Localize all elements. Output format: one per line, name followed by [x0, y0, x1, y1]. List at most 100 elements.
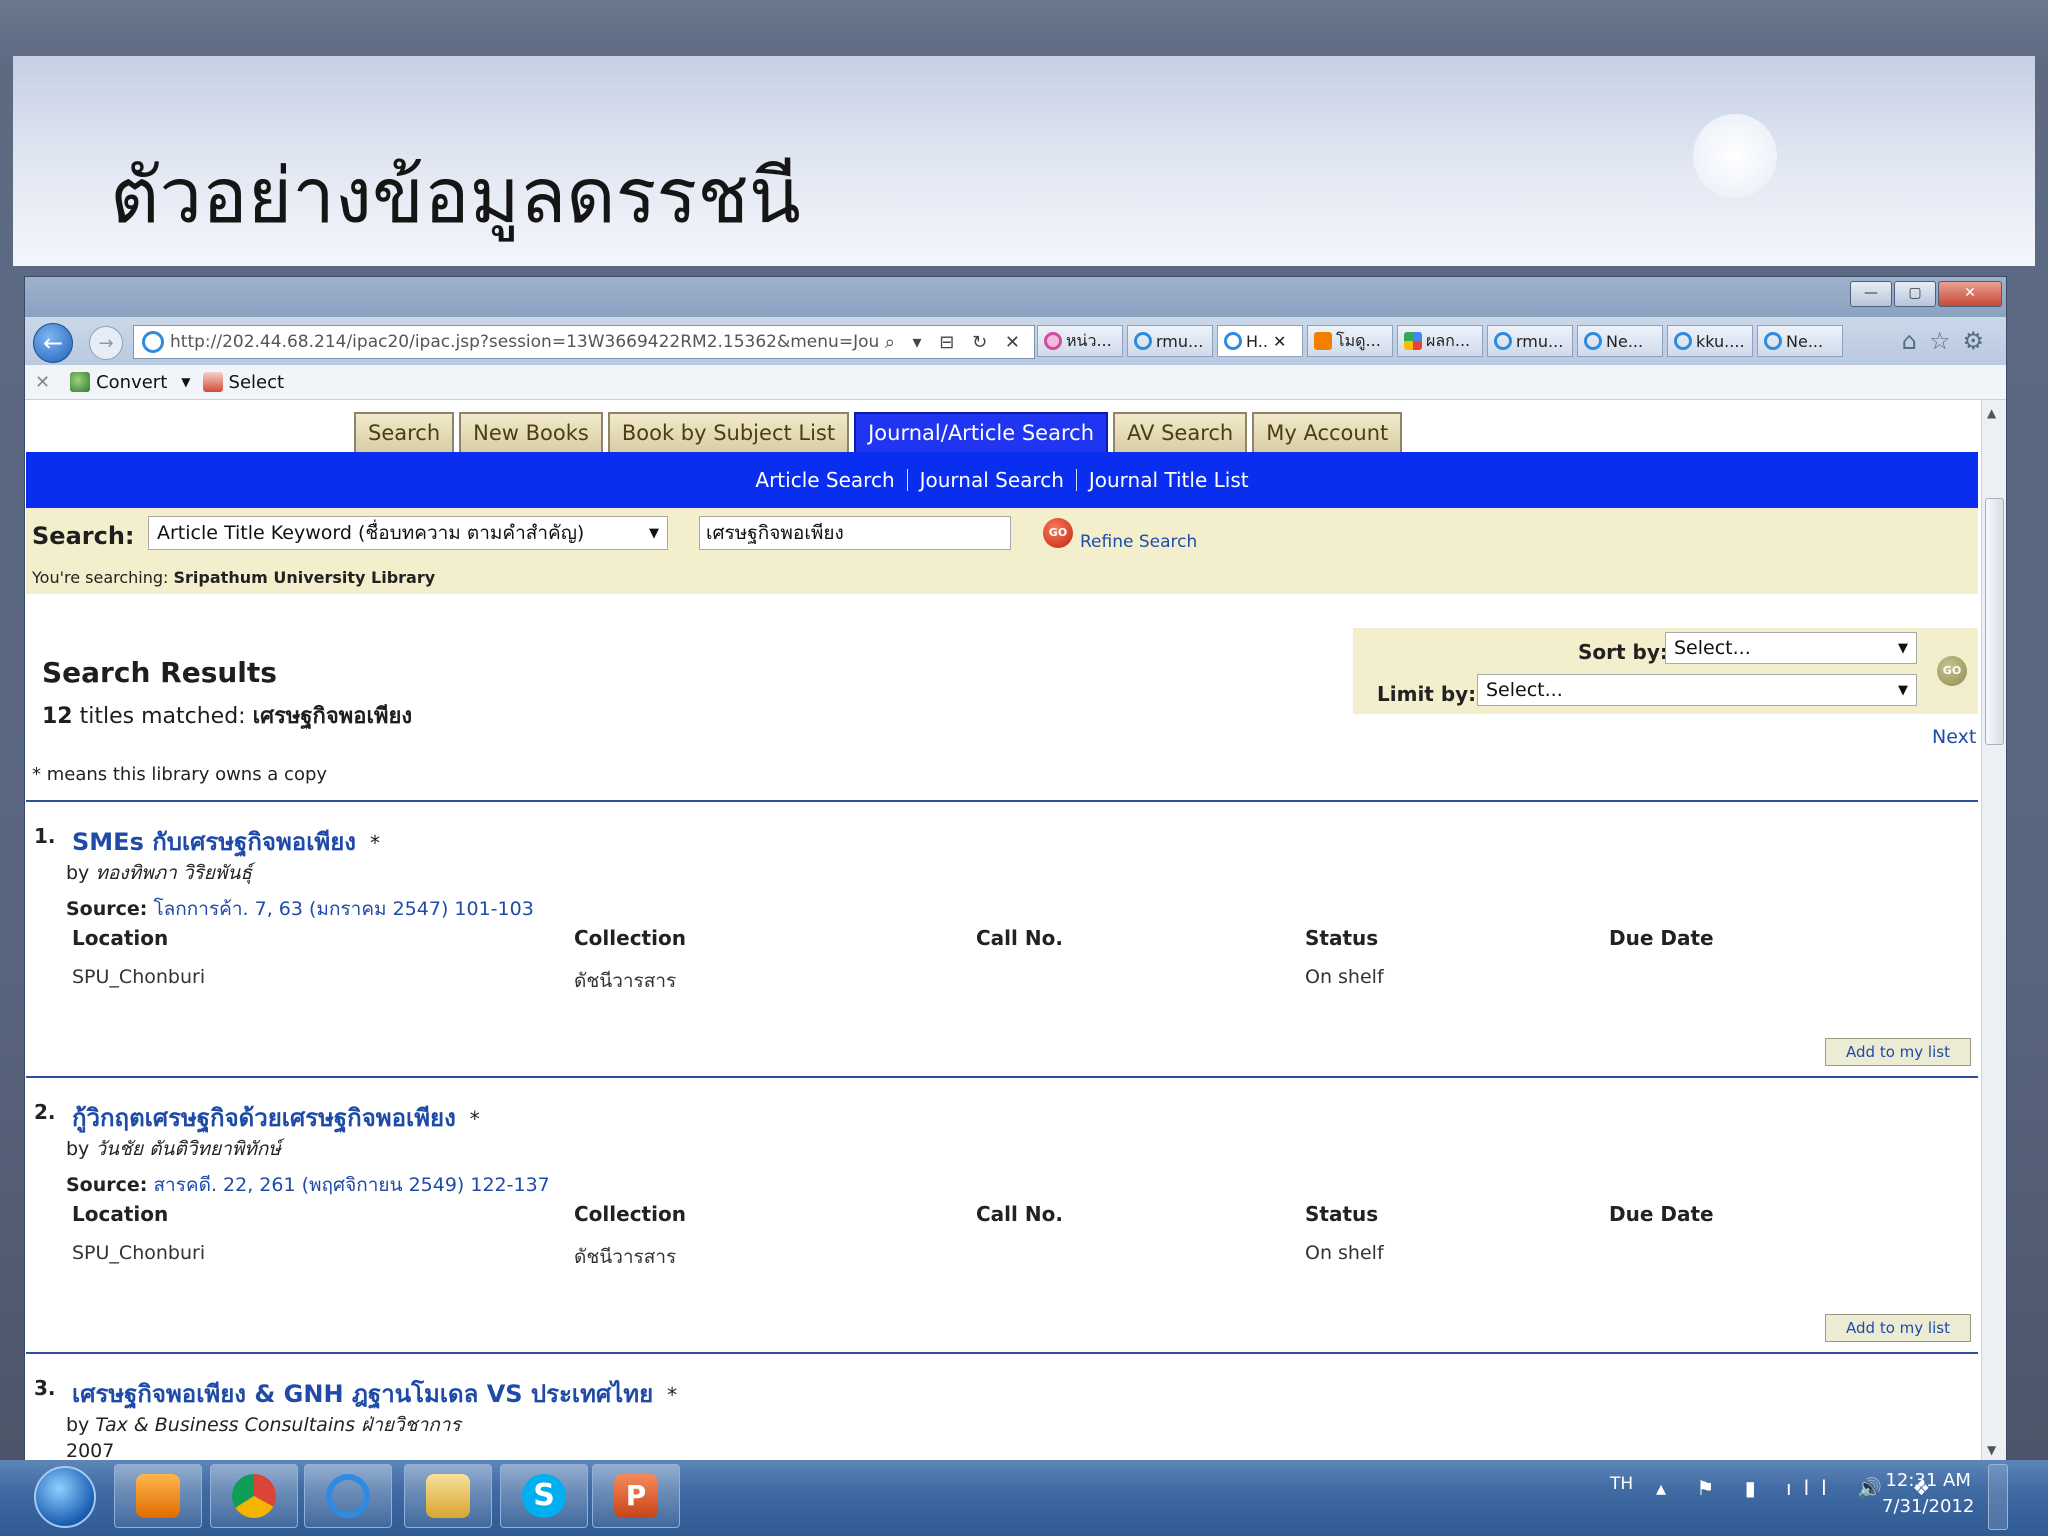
- browser-tab[interactable]: หน่ว...: [1037, 325, 1123, 357]
- browser-tab[interactable]: โมดู...: [1307, 325, 1393, 357]
- dropdown-arrow-icon: ▼: [1898, 640, 1908, 656]
- header-call-no: Call No.: [976, 926, 1063, 950]
- browser-navbar: ← → http://202.44.68.214/ipac20/ipac.jsp…: [25, 317, 2006, 365]
- ie-tab-icon: [1494, 332, 1512, 350]
- taskbar-skype[interactable]: S: [500, 1464, 588, 1528]
- convert-button[interactable]: Convert: [96, 372, 167, 393]
- taskbar-media-player[interactable]: [114, 1464, 202, 1528]
- cell-location: SPU_Chonburi: [72, 1242, 206, 1264]
- search-type-value: Article Title Keyword (ชื่อบทความ ตามคำส…: [157, 522, 585, 544]
- address-bar[interactable]: http://202.44.68.214/ipac20/ipac.jsp?ses…: [133, 325, 1035, 359]
- sort-limit-panel: Sort by: Select... ▼ Limit by: Select...…: [1353, 628, 1978, 714]
- browser-window: — ▢ ✕ ← → http://202.44.68.214/ipac20/ip…: [24, 276, 2007, 1464]
- ie-tab-icon: [1674, 332, 1692, 350]
- results-title: Search Results: [42, 656, 277, 689]
- sort-go-button[interactable]: GO: [1937, 656, 1967, 686]
- search-input[interactable]: เศรษฐกิจพอเพียง: [699, 516, 1011, 550]
- record-title-text[interactable]: กู้วิกฤตเศรษฐกิจด้วยเศรษฐกิจพอเพียง: [72, 1104, 456, 1132]
- maximize-button[interactable]: ▢: [1894, 281, 1936, 307]
- convert-dropdown-icon[interactable]: ▼: [181, 375, 190, 389]
- dropdown-arrow-icon: ▼: [1898, 682, 1908, 698]
- divider: [26, 1076, 1978, 1078]
- journal-title-list-link[interactable]: Journal Title List: [1089, 468, 1249, 492]
- tab-search[interactable]: Search: [354, 412, 455, 452]
- tab-my-account[interactable]: My Account: [1252, 412, 1403, 452]
- record-source: Source: สารคดี. 22, 261 (พฤศจิกายน 2549)…: [66, 1170, 550, 1200]
- sort-select[interactable]: Select... ▼: [1665, 632, 1917, 664]
- record-title-text[interactable]: SMEs กับเศรษฐกิจพอเพียง: [72, 828, 356, 856]
- record-title[interactable]: กู้วิกฤตเศรษฐกิจด้วยเศรษฐกิจพอเพียง *: [72, 1098, 480, 1137]
- author-name[interactable]: ทองทิพภา วิริยพันธุ์: [95, 862, 252, 884]
- clock[interactable]: 12:31 AM 7/31/2012: [1882, 1468, 1974, 1520]
- tab-new-books[interactable]: New Books: [459, 412, 603, 452]
- article-search-link[interactable]: Article Search: [755, 468, 894, 492]
- owned-marker: *: [469, 1107, 480, 1131]
- browser-tab[interactable]: rmu...: [1487, 325, 1573, 357]
- scroll-thumb[interactable]: [1985, 498, 2004, 745]
- search-type-select[interactable]: Article Title Keyword (ชื่อบทความ ตามคำส…: [148, 516, 668, 550]
- record-title[interactable]: เศรษฐกิจพอเพียง & GNH ฎฐานโมเดล VS ประเท…: [72, 1374, 677, 1413]
- ie-tab-icon: [1584, 332, 1602, 350]
- taskbar-powerpoint[interactable]: P: [592, 1464, 680, 1528]
- skype-icon: S: [522, 1474, 566, 1518]
- author-name[interactable]: วันชัย ตันติวิทยาพิทักษ์: [95, 1138, 280, 1160]
- record-year: 2007: [66, 1440, 115, 1462]
- record-number: 1.: [34, 824, 56, 848]
- powerpoint-icon: P: [614, 1474, 658, 1518]
- add-to-list-button[interactable]: Add to my list: [1825, 1314, 1971, 1342]
- back-arrow-icon[interactable]: ←: [33, 323, 73, 363]
- decorative-orb: [1693, 114, 1777, 198]
- tab-av-search[interactable]: AV Search: [1113, 412, 1248, 452]
- language-indicator[interactable]: TH: [1610, 1474, 1633, 1494]
- page-scrollbar[interactable]: ▲ ▼: [1981, 400, 2006, 1463]
- header-status: Status: [1305, 926, 1379, 950]
- limit-select[interactable]: Select... ▼: [1477, 674, 1917, 706]
- source-label: Source:: [66, 1174, 148, 1196]
- add-to-list-button[interactable]: Add to my list: [1825, 1038, 1971, 1066]
- owned-marker: *: [370, 831, 380, 855]
- record-title-text[interactable]: เศรษฐกิจพอเพียง & GNH ฎฐานโมเดล VS ประเท…: [72, 1380, 653, 1408]
- tab-book-by-subject[interactable]: Book by Subject List: [607, 412, 850, 452]
- browser-tab[interactable]: kku....: [1667, 325, 1753, 357]
- home-star-gear-icons[interactable]: ⌂☆⚙: [1902, 327, 1996, 355]
- windows-start-icon[interactable]: [34, 1466, 96, 1528]
- source-value[interactable]: โลกการค้า. 7, 63 (มกราคม 2547) 101-103: [153, 898, 533, 920]
- go-button[interactable]: GO: [1043, 518, 1073, 548]
- record-source: Source: โลกการค้า. 7, 63 (มกราคม 2547) 1…: [66, 894, 534, 924]
- browser-tab[interactable]: rmu...: [1127, 325, 1213, 357]
- browser-tab-active[interactable]: H.. ✕: [1217, 325, 1303, 357]
- browser-tab[interactable]: ผลก...: [1397, 325, 1483, 357]
- close-window-button[interactable]: ✕: [1938, 281, 2002, 307]
- taskbar-internet-explorer[interactable]: [304, 1464, 392, 1528]
- address-controls[interactable]: ⌕ ▾ ⊟ ↻ ✕: [885, 332, 1026, 353]
- forward-arrow-icon[interactable]: →: [89, 326, 123, 360]
- scroll-up-icon[interactable]: ▲: [1987, 406, 1996, 420]
- refine-search-link[interactable]: Refine Search: [1080, 532, 1197, 552]
- sort-label: Sort by:: [1578, 640, 1668, 664]
- header-status: Status: [1305, 1202, 1379, 1226]
- record-author: by Tax & Business Consultains ฝ่ายวิชากา…: [66, 1410, 461, 1440]
- taskbar-chrome[interactable]: [210, 1464, 298, 1528]
- next-link[interactable]: Next: [1932, 726, 1976, 748]
- slide-title: ตัวอย่างข้อมูลดรรชนี: [110, 151, 801, 240]
- address-url[interactable]: http://202.44.68.214/ipac20/ipac.jsp?ses…: [170, 332, 880, 352]
- journal-search-link[interactable]: Journal Search: [920, 468, 1064, 492]
- browser-tab[interactable]: Ne...: [1757, 325, 1843, 357]
- tab-journal-article-search[interactable]: Journal/Article Search: [854, 412, 1109, 452]
- minimize-button[interactable]: —: [1850, 281, 1892, 307]
- close-toolbar-icon[interactable]: ✕: [35, 372, 50, 393]
- browser-tab[interactable]: Ne...: [1577, 325, 1663, 357]
- author-name[interactable]: Tax & Business Consultains ฝ่ายวิชาการ: [95, 1414, 460, 1436]
- dropdown-arrow-icon: ▼: [649, 525, 659, 541]
- taskbar-file-explorer[interactable]: [404, 1464, 492, 1528]
- media-player-icon: [136, 1474, 180, 1518]
- source-value[interactable]: สารคดี. 22, 261 (พฤศจิกายน 2549) 122-137: [153, 1174, 549, 1196]
- limit-label: Limit by:: [1377, 682, 1477, 706]
- cell-collection: ดัชนีวารสาร: [574, 1246, 677, 1268]
- select-button[interactable]: Select: [229, 372, 285, 393]
- record-title[interactable]: SMEs กับเศรษฐกิจพอเพียง *: [72, 822, 380, 861]
- by-label: by: [66, 1414, 90, 1436]
- matched-term: เศรษฐกิจพอเพียง: [252, 704, 413, 729]
- show-desktop-button[interactable]: [1988, 1464, 2008, 1530]
- scroll-down-icon[interactable]: ▼: [1987, 1443, 1996, 1457]
